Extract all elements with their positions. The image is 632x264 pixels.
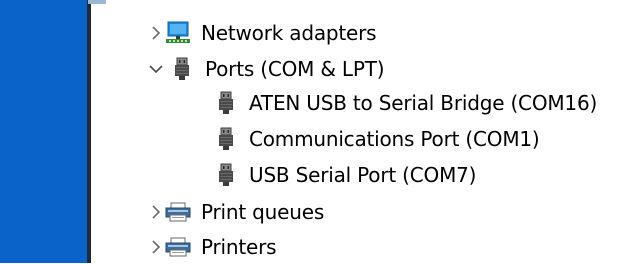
- chevron-down-icon[interactable]: [147, 52, 165, 86]
- tree-item-label: Print queues: [201, 200, 325, 224]
- port-connector-icon: [217, 163, 235, 186]
- printer-icon: [165, 236, 191, 258]
- tree-item-aten-usb-serial[interactable]: ATEN USB to Serial Bridge (COM16): [217, 86, 597, 120]
- tree-item-usb-serial-port[interactable]: USB Serial Port (COM7): [217, 158, 476, 192]
- chevron-right-icon[interactable]: [147, 195, 165, 229]
- device-tree: Network adapters Ports (COM & LPT) ATEN …: [91, 0, 632, 263]
- tree-item-label: Communications Port (COM1): [249, 127, 540, 151]
- printer-icon: [165, 201, 191, 223]
- tree-item-label: Printers: [201, 235, 277, 259]
- tree-item-network-adapters[interactable]: Network adapters: [147, 16, 377, 50]
- port-connector-icon: [217, 127, 235, 150]
- tree-item-label: ATEN USB to Serial Bridge (COM16): [249, 91, 598, 115]
- tree-item-label: Network adapters: [201, 21, 377, 45]
- tree-item-ports[interactable]: Ports (COM & LPT): [147, 52, 385, 86]
- port-connector-icon: [173, 57, 191, 80]
- network-adapter-icon: [165, 21, 191, 44]
- chevron-right-icon[interactable]: [147, 16, 165, 50]
- tree-item-communications-port[interactable]: Communications Port (COM1): [217, 122, 540, 156]
- tree-item-label: USB Serial Port (COM7): [249, 163, 477, 187]
- chevron-right-icon[interactable]: [147, 230, 165, 264]
- tree-item-print-queues[interactable]: Print queues: [147, 195, 324, 229]
- tree-item-label: Ports (COM & LPT): [205, 57, 385, 81]
- left-panel: [0, 0, 91, 263]
- tree-item-printers[interactable]: Printers: [147, 230, 277, 264]
- port-connector-icon: [217, 91, 235, 114]
